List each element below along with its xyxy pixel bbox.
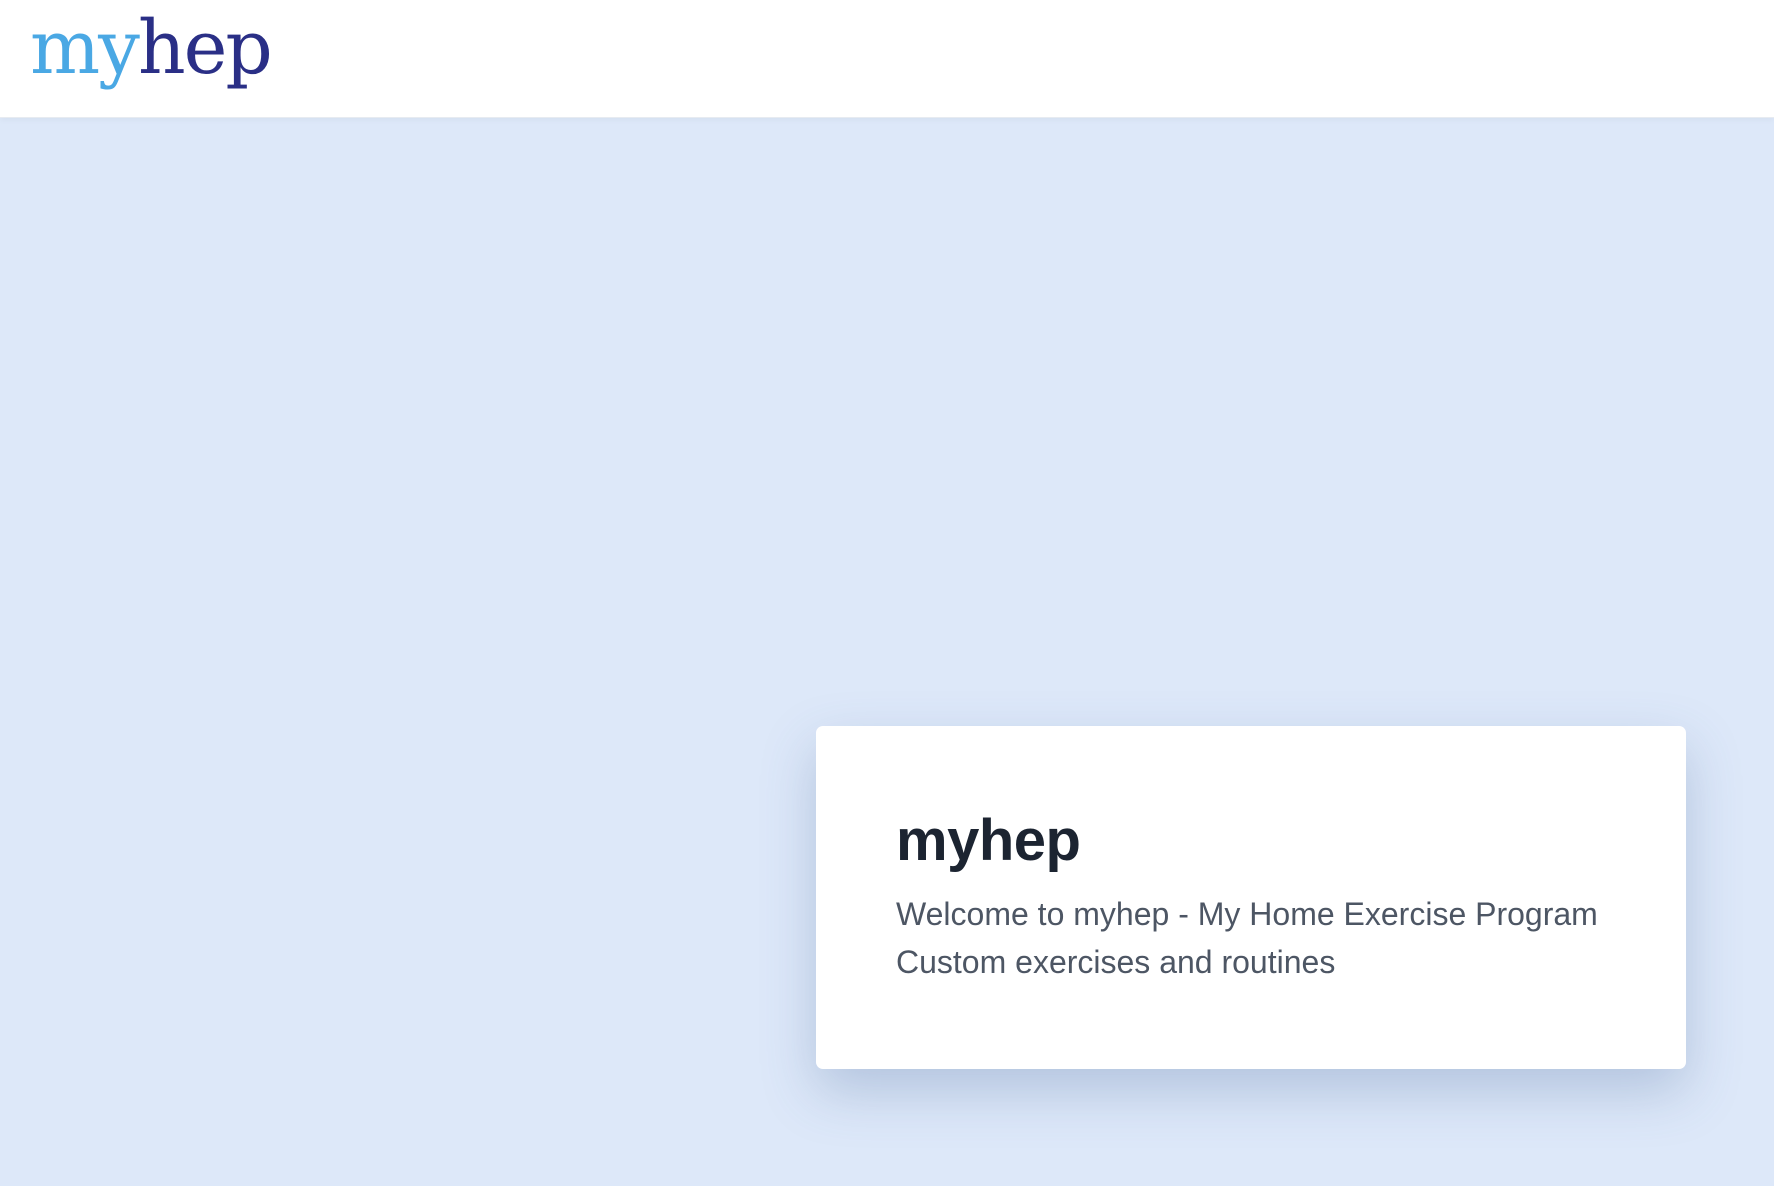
welcome-message: Welcome to myhep - My Home Exercise Prog… [896,896,1598,932]
brand-logo-part-b: hep [137,5,273,91]
tagline: Custom exercises and routines [896,944,1336,980]
top-navigation-bar: myhep [0,0,1774,118]
brand-logo-part-a: my [30,5,140,91]
card-title: myhep [896,808,1081,873]
brand-logo[interactable]: myhep [30,4,273,93]
main-content-area: myhep Welcome to myhep - My Home Exercis… [0,133,1774,1186]
welcome-card: myhep Welcome to myhep - My Home Exercis… [816,726,1686,1069]
